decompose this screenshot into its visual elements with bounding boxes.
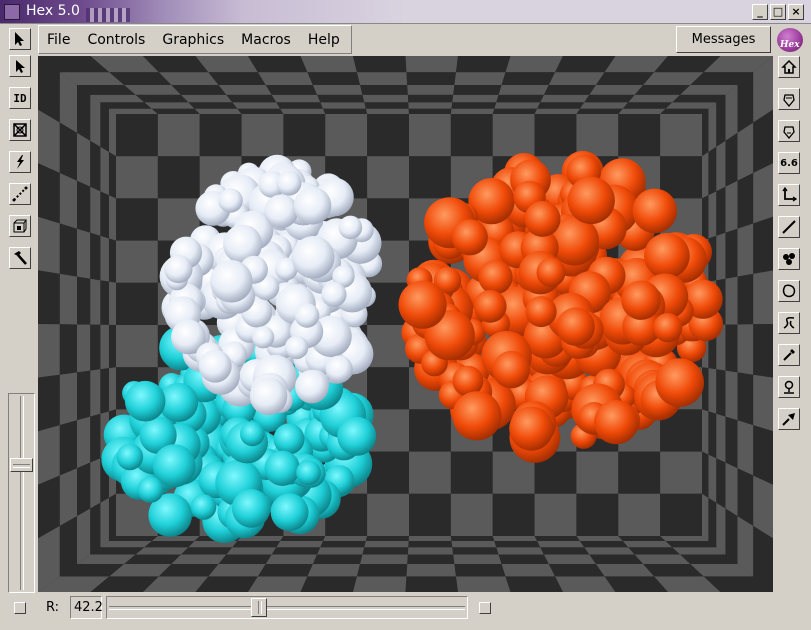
hex-logo-text: Hex — [780, 40, 800, 50]
surface-pin-icon[interactable] — [778, 376, 800, 398]
cluster-icon[interactable] — [778, 248, 800, 270]
title-decoration — [86, 8, 130, 22]
molecule-up-icon[interactable] — [778, 88, 800, 110]
blob-outline-icon[interactable] — [778, 280, 800, 302]
dotted-line-icon[interactable] — [9, 183, 31, 205]
lightning-icon[interactable] — [9, 151, 31, 173]
r-slider-track — [109, 606, 465, 610]
select-arrow-icon[interactable] — [9, 28, 31, 50]
cylinder-box-icon[interactable] — [9, 215, 31, 237]
diagonal-line-icon[interactable] — [778, 216, 800, 238]
cross-box-icon[interactable] — [9, 119, 31, 141]
hex-logo-icon: Hex — [777, 28, 803, 52]
close-button[interactable]: × — [788, 4, 804, 20]
distance-label-text: 6.6 — [780, 157, 798, 169]
dna-icon[interactable] — [778, 312, 800, 334]
maximize-button[interactable]: □ — [770, 4, 786, 20]
r-slider-thumb[interactable] — [251, 598, 267, 617]
id-label-text: ID — [13, 91, 27, 105]
menu-controls[interactable]: Controls — [79, 32, 154, 48]
title-bar[interactable]: Hex 5.0 _ □ × — [0, 0, 811, 24]
app-menu-icon[interactable] — [4, 4, 20, 20]
distance-label-icon[interactable]: 6.6 — [778, 152, 800, 174]
angle-axes-icon[interactable] — [778, 184, 800, 206]
right-toggle-button[interactable] — [479, 602, 491, 614]
minimize-button[interactable]: _ — [752, 4, 768, 20]
messages-button[interactable]: Messages — [676, 26, 771, 53]
menu-bar: File Controls Graphics Macros Help — [38, 25, 352, 54]
vertical-slider[interactable] — [8, 393, 35, 593]
r-label: R: — [46, 600, 60, 615]
scene-canvas — [38, 56, 773, 592]
vertical-slider-thumb[interactable] — [10, 458, 33, 472]
bottom-bar: R: 42.2 — [0, 594, 811, 630]
left-toggle-button[interactable] — [14, 602, 26, 614]
molecular-viewport[interactable] — [38, 56, 773, 592]
dropper-icon[interactable] — [778, 344, 800, 366]
hammer-icon[interactable] — [9, 247, 31, 269]
arrows-icon[interactable] — [778, 408, 800, 430]
pointer-arrow-icon[interactable] — [9, 55, 31, 77]
menu-macros[interactable]: Macros — [233, 32, 300, 48]
window-title: Hex 5.0 — [26, 3, 80, 19]
home-icon[interactable] — [778, 56, 800, 78]
id-label-icon[interactable]: ID — [9, 87, 31, 109]
r-value-field[interactable]: 42.2 — [70, 596, 103, 619]
menu-file[interactable]: File — [39, 32, 79, 48]
menu-graphics[interactable]: Graphics — [154, 32, 233, 48]
r-slider[interactable] — [106, 596, 468, 619]
menu-help[interactable]: Help — [300, 32, 349, 48]
vertical-slider-track — [20, 396, 24, 590]
molecule-down-icon[interactable] — [778, 120, 800, 142]
